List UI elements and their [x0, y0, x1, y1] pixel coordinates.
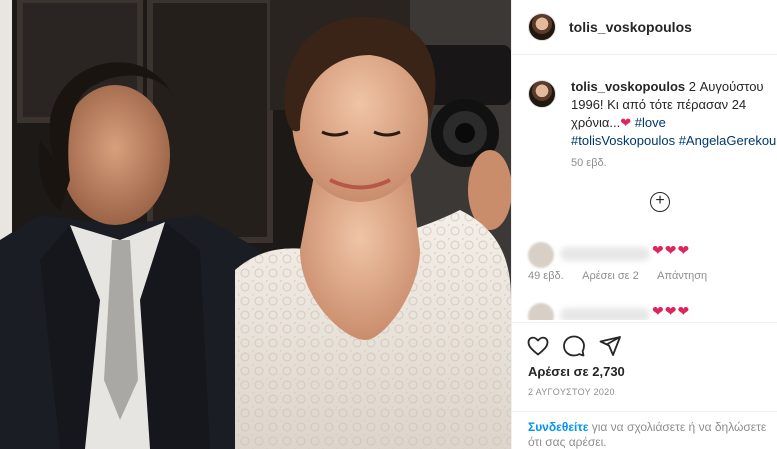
commenter-avatar[interactable]	[528, 303, 554, 320]
login-prompt: Συνδεθείτε για να σχολιάσετε ή να δηλώσε…	[512, 411, 777, 449]
commenter-avatar[interactable]	[528, 242, 554, 268]
comment-item: ❤❤❤	[512, 300, 777, 320]
post-date[interactable]: 2 ΑΥΓΟΥΣΤΟΥ 2020	[528, 387, 615, 397]
heart-emoji-icon: ❤	[620, 115, 632, 130]
comment-hearts: ❤❤❤	[652, 303, 691, 319]
comment-reply-button[interactable]: Απάντηση	[657, 270, 707, 282]
profile-avatar[interactable]	[528, 13, 556, 41]
hashtag-love[interactable]: #love	[635, 115, 666, 130]
comment-hearts: ❤❤❤	[652, 242, 691, 258]
blurred-comment-text	[560, 308, 650, 320]
like-heart-icon[interactable]	[526, 334, 550, 358]
comment-likes[interactable]: Αρέσει σε 2	[582, 270, 639, 282]
comment-timestamp[interactable]: 49 εβδ.	[528, 270, 564, 282]
comment-item: ❤❤❤ 49 εβδ. Αρέσει σε 2 Απάντηση	[512, 238, 777, 282]
hashtag-tolisvoskopoulos[interactable]: #tolisVoskopoulos	[571, 133, 675, 148]
post-header: tolis_voskopoulos	[512, 0, 777, 55]
likes-count[interactable]: Αρέσει σε 2,730	[528, 364, 625, 379]
login-text-line-2: ότι σας αρέσει.	[528, 435, 607, 449]
hashtag-angelagerekou[interactable]: #AngelaGerekou	[679, 133, 777, 148]
post-username[interactable]: tolis_voskopoulos	[569, 19, 692, 35]
caption-username[interactable]: tolis_voskopoulos	[571, 79, 685, 94]
caption-avatar[interactable]	[528, 80, 556, 108]
comment-meta: 49 εβδ. Αρέσει σε 2 Απάντηση	[528, 270, 723, 282]
caption-text: tolis_voskopoulos 2 Αυγούστου 1996! Κι α…	[571, 78, 777, 150]
share-paper-plane-icon[interactable]	[598, 334, 622, 358]
comment-bubble-icon[interactable]	[562, 334, 586, 358]
wedding-photo-image	[0, 0, 511, 449]
post-actions: Αρέσει σε 2,730 2 ΑΥΓΟΥΣΤΟΥ 2020 Συνδεθε…	[512, 322, 777, 449]
post-sidebar: tolis_voskopoulos tolis_voskopoulos 2 Αυ…	[511, 0, 777, 449]
caption-timestamp[interactable]: 50 εβδ.	[571, 157, 607, 169]
caption-line-2: 1996! Κι από τότε πέρασαν 24	[571, 97, 747, 112]
caption-line-1: 2 Αυγούστου	[688, 79, 764, 94]
caption-and-comments: tolis_voskopoulos 2 Αυγούστου 1996! Κι α…	[512, 56, 777, 320]
post-photo[interactable]	[0, 0, 511, 449]
login-link[interactable]: Συνδεθείτε	[528, 420, 588, 434]
caption-line-3: χρόνια...	[571, 115, 621, 130]
login-text-rest: για να σχολιάσετε ή να δηλώσετε	[588, 420, 767, 434]
load-more-comments-plus-icon[interactable]: +	[650, 192, 670, 212]
blurred-comment-text	[560, 247, 650, 261]
